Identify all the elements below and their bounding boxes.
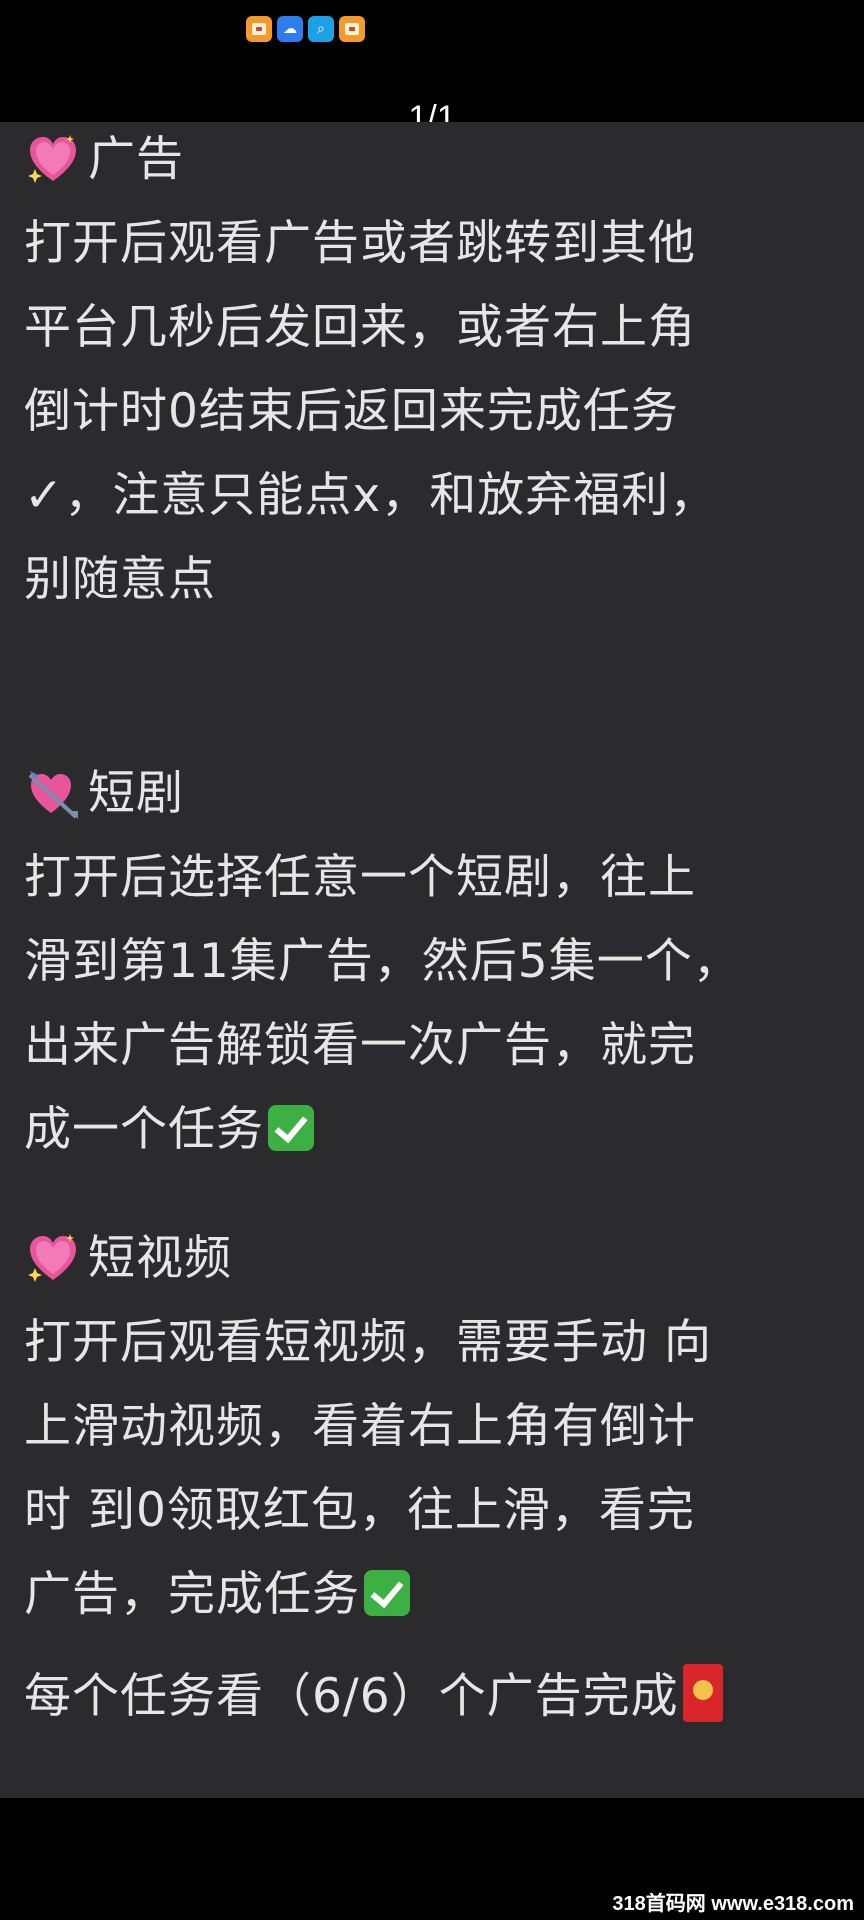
footer-bar: 318首码网 www.e318.com (0, 1798, 864, 1920)
section-text-line-content: 成一个任务 (24, 1102, 264, 1157)
section-heading: 短视频 (24, 1217, 824, 1301)
section-text-line: 上滑动视频，看着右上角有倒计 (24, 1399, 696, 1454)
section-text-line: ✓，注意只能点x，和放弃福利， (24, 468, 718, 523)
section-text-line: 出来广告解锁看一次广告，就完 (24, 1018, 696, 1073)
section-text-line: 打开后观看广告或者跳转到其他 (24, 216, 696, 271)
section-text-line: 时 到0领取红包，往上滑，看完 (24, 1483, 695, 1538)
heart-with-arrow-icon (24, 765, 82, 823)
section-ads: 广告 打开后观看广告或者跳转到其他 平台几秒后发回来，或者右上角 倒计时0结束后… (24, 118, 824, 622)
section-text-line: 倒计时0结束后返回来完成任务 (24, 384, 679, 439)
section-heading: 短剧 (24, 752, 824, 836)
section-text-line: 打开后选择任意一个短剧，往上 (24, 850, 696, 905)
search-app-icon: ⌕ (308, 16, 334, 42)
section-text-line: 广告，完成任务 (24, 1553, 824, 1637)
section-short-drama: 短剧 打开后选择任意一个短剧，往上 滑到第11集广告，然后5集一个， 出来广告解… (24, 752, 824, 1172)
section-title: 短剧 (88, 766, 184, 821)
section-short-video: 短视频 打开后观看短视频，需要手动 向 上滑动视频，看着右上角有倒计 时 到0领… (24, 1217, 824, 1637)
section-title: 广告 (88, 132, 184, 187)
section-heading: 广告 (24, 118, 824, 202)
section-text-line: 成一个任务 (24, 1088, 824, 1172)
sparkling-heart-icon (24, 131, 82, 189)
red-envelope-icon (682, 1664, 723, 1722)
status-bar: ☁ ⌕ 1/1 (0, 0, 864, 137)
watermark: 318首码网 www.e318.com (612, 1893, 854, 1915)
section-text-line: 打开后观看短视频，需要手动 向 (24, 1315, 712, 1370)
gift-app-icon (246, 16, 272, 42)
section-text-line: 滑到第11集广告，然后5集一个， (24, 934, 741, 989)
message-content: 广告 打开后观看广告或者跳转到其他 平台几秒后发回来，或者右上角 倒计时0结束后… (0, 122, 864, 1798)
section-text-line: 平台几秒后发回来，或者右上角 (24, 300, 696, 355)
summary-line: 每个任务看（6/6）个广告完成 (24, 1655, 824, 1739)
summary-text: 每个任务看（6/6）个广告完成 (24, 1669, 679, 1724)
summary-block: 每个任务看（6/6）个广告完成 (24, 1655, 824, 1739)
check-mark-icon (364, 1570, 410, 1616)
check-mark-icon (268, 1105, 314, 1151)
section-title: 短视频 (88, 1231, 232, 1286)
gift-app-icon (339, 16, 365, 42)
section-text-line-content: 广告，完成任务 (24, 1567, 360, 1622)
weather-app-icon: ☁ (277, 16, 303, 42)
section-text-line: 别随意点 (24, 552, 216, 607)
sparkling-heart-icon (24, 1230, 82, 1288)
notification-icons: ☁ ⌕ (246, 16, 365, 42)
